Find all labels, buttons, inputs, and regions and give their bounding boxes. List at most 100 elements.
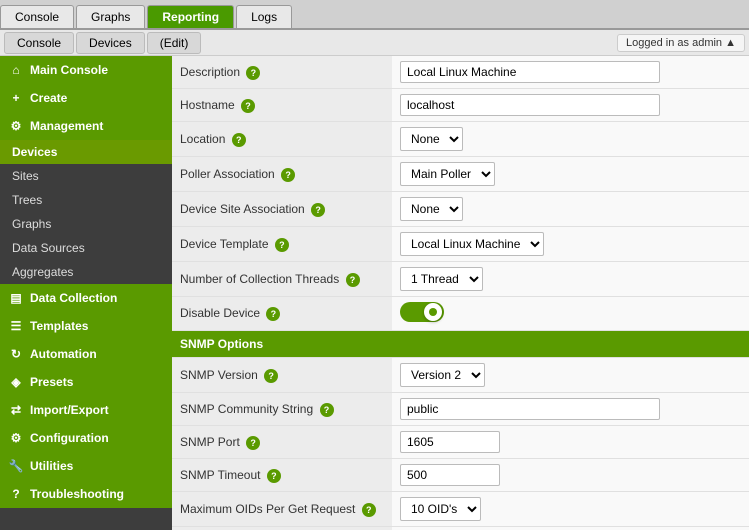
sidebar-data-collection-label: Data Collection: [30, 291, 117, 305]
hostname-value: [392, 89, 749, 122]
max-oids-select[interactable]: 10 OID's: [401, 498, 480, 520]
tab-logs[interactable]: Logs: [236, 5, 292, 28]
row-snmp-timeout: SNMP Timeout ?: [172, 459, 749, 492]
row-site: Device Site Association ? None: [172, 192, 749, 227]
bulk-walk-value: Auto Detect on Re-Index: [392, 527, 749, 530]
sidebar-item-management[interactable]: ⚙ Management: [0, 112, 172, 140]
sidebar-item-presets[interactable]: ◈ Presets: [0, 368, 172, 396]
sidebar-sub-graphs[interactable]: Graphs: [0, 212, 172, 236]
snmp-timeout-help-icon[interactable]: ?: [267, 469, 281, 483]
gear-icon: ⚙: [8, 118, 24, 134]
sub-tab-edit[interactable]: (Edit): [147, 32, 202, 54]
snmp-port-input[interactable]: [400, 431, 500, 453]
plus-icon: +: [8, 90, 24, 106]
snmp-timeout-input[interactable]: [400, 464, 500, 486]
logged-in-label: Logged in as admin ▲: [617, 34, 745, 52]
sidebar-item-configuration[interactable]: ⚙ Configuration: [0, 424, 172, 452]
disable-label: Disable Device ?: [172, 297, 392, 331]
snmp-version-select-wrap: Version 2: [400, 363, 485, 387]
snmp-community-help-icon[interactable]: ?: [320, 403, 334, 417]
snmp-version-select[interactable]: Version 2: [401, 364, 484, 386]
sidebar-item-automation[interactable]: ↻ Automation: [0, 340, 172, 368]
sidebar-item-data-collection[interactable]: ▤ Data Collection: [0, 284, 172, 312]
sidebar-sub-datasources[interactable]: Data Sources: [0, 236, 172, 260]
max-oids-select-wrap: 10 OID's: [400, 497, 481, 521]
row-snmp-section: SNMP Options: [172, 331, 749, 358]
sub-tab-console[interactable]: Console: [4, 32, 74, 54]
sidebar-sub-sites[interactable]: Sites: [0, 164, 172, 188]
threads-select[interactable]: 1 Thread: [401, 268, 482, 290]
tab-reporting[interactable]: Reporting: [147, 5, 234, 28]
max-oids-help-icon[interactable]: ?: [362, 503, 376, 517]
sidebar: ⌂ Main Console + Create ⚙ Management Dev…: [0, 56, 172, 530]
sidebar-create-label: Create: [30, 91, 67, 105]
bulk-walk-label: Bulk Walk Maximum Repetitions ?: [172, 527, 392, 530]
snmp-community-label: SNMP Community String ?: [172, 393, 392, 426]
form-table: Description ? Hostname ?: [172, 56, 749, 530]
toggle-knob: [424, 303, 442, 321]
sidebar-item-templates[interactable]: ☰ Templates: [0, 312, 172, 340]
poller-select[interactable]: Main Poller: [401, 163, 494, 185]
location-select[interactable]: None: [401, 128, 462, 150]
sidebar-import-export-label: Import/Export: [30, 403, 109, 417]
template-icon: ☰: [8, 318, 24, 334]
threads-value: 1 Thread: [392, 262, 749, 297]
tab-graphs[interactable]: Graphs: [76, 5, 145, 28]
disable-toggle[interactable]: [400, 302, 444, 322]
home-icon: ⌂: [8, 62, 24, 78]
location-help-icon[interactable]: ?: [232, 133, 246, 147]
row-hostname: Hostname ?: [172, 89, 749, 122]
description-help-icon[interactable]: ?: [246, 66, 260, 80]
sidebar-item-main-console[interactable]: ⌂ Main Console: [0, 56, 172, 84]
disable-toggle-cell: [392, 297, 749, 331]
sidebar-sub-aggregates[interactable]: Aggregates: [0, 260, 172, 284]
row-template: Device Template ? Local Linux Machine: [172, 227, 749, 262]
snmp-port-help-icon[interactable]: ?: [246, 436, 260, 450]
description-input[interactable]: [400, 61, 660, 83]
sub-tab-devices[interactable]: Devices: [76, 32, 145, 54]
snmp-version-help-icon[interactable]: ?: [264, 369, 278, 383]
row-description: Description ?: [172, 56, 749, 89]
sidebar-automation-label: Automation: [30, 347, 97, 361]
preset-icon: ◈: [8, 374, 24, 390]
template-value: Local Linux Machine: [392, 227, 749, 262]
template-help-icon[interactable]: ?: [275, 238, 289, 252]
site-help-icon[interactable]: ?: [311, 203, 325, 217]
row-bulk-walk: Bulk Walk Maximum Repetitions ? Auto Det…: [172, 527, 749, 530]
poller-help-icon[interactable]: ?: [281, 168, 295, 182]
disable-help-icon[interactable]: ?: [266, 307, 280, 321]
config-icon: ⚙: [8, 430, 24, 446]
sidebar-main-console-label: Main Console: [30, 63, 108, 77]
poller-value: Main Poller: [392, 157, 749, 192]
sidebar-management-label: Management: [30, 119, 103, 133]
snmp-timeout-label: SNMP Timeout ?: [172, 459, 392, 492]
site-select[interactable]: None: [401, 198, 462, 220]
location-select-wrap: None: [400, 127, 463, 151]
sidebar-sub-devices[interactable]: Devices: [0, 140, 172, 164]
snmp-version-label: SNMP Version ?: [172, 358, 392, 393]
threads-label: Number of Collection Threads ?: [172, 262, 392, 297]
sidebar-item-import-export[interactable]: ⇄ Import/Export: [0, 396, 172, 424]
snmp-community-value: [392, 393, 749, 426]
max-oids-value: 10 OID's: [392, 492, 749, 527]
sidebar-item-utilities[interactable]: 🔧 Utilities: [0, 452, 172, 480]
trouble-icon: ?: [8, 486, 24, 502]
sidebar-item-troubleshooting[interactable]: ? Troubleshooting: [0, 480, 172, 508]
snmp-port-label: SNMP Port ?: [172, 426, 392, 459]
row-threads: Number of Collection Threads ? 1 Thread: [172, 262, 749, 297]
content-area: Description ? Hostname ?: [172, 56, 749, 530]
template-select[interactable]: Local Linux Machine: [401, 233, 543, 255]
row-snmp-port: SNMP Port ?: [172, 426, 749, 459]
hostname-help-icon[interactable]: ?: [241, 99, 255, 113]
sidebar-item-create[interactable]: + Create: [0, 84, 172, 112]
hostname-input[interactable]: [400, 94, 660, 116]
main-layout: ⌂ Main Console + Create ⚙ Management Dev…: [0, 56, 749, 530]
snmp-community-input[interactable]: [400, 398, 660, 420]
template-select-wrap: Local Linux Machine: [400, 232, 544, 256]
tab-console[interactable]: Console: [0, 5, 74, 28]
sidebar-troubleshooting-label: Troubleshooting: [30, 487, 124, 501]
utilities-icon: 🔧: [8, 458, 24, 474]
threads-help-icon[interactable]: ?: [346, 273, 360, 287]
sidebar-sub-trees[interactable]: Trees: [0, 188, 172, 212]
top-tab-bar: Console Graphs Reporting Logs: [0, 0, 749, 30]
